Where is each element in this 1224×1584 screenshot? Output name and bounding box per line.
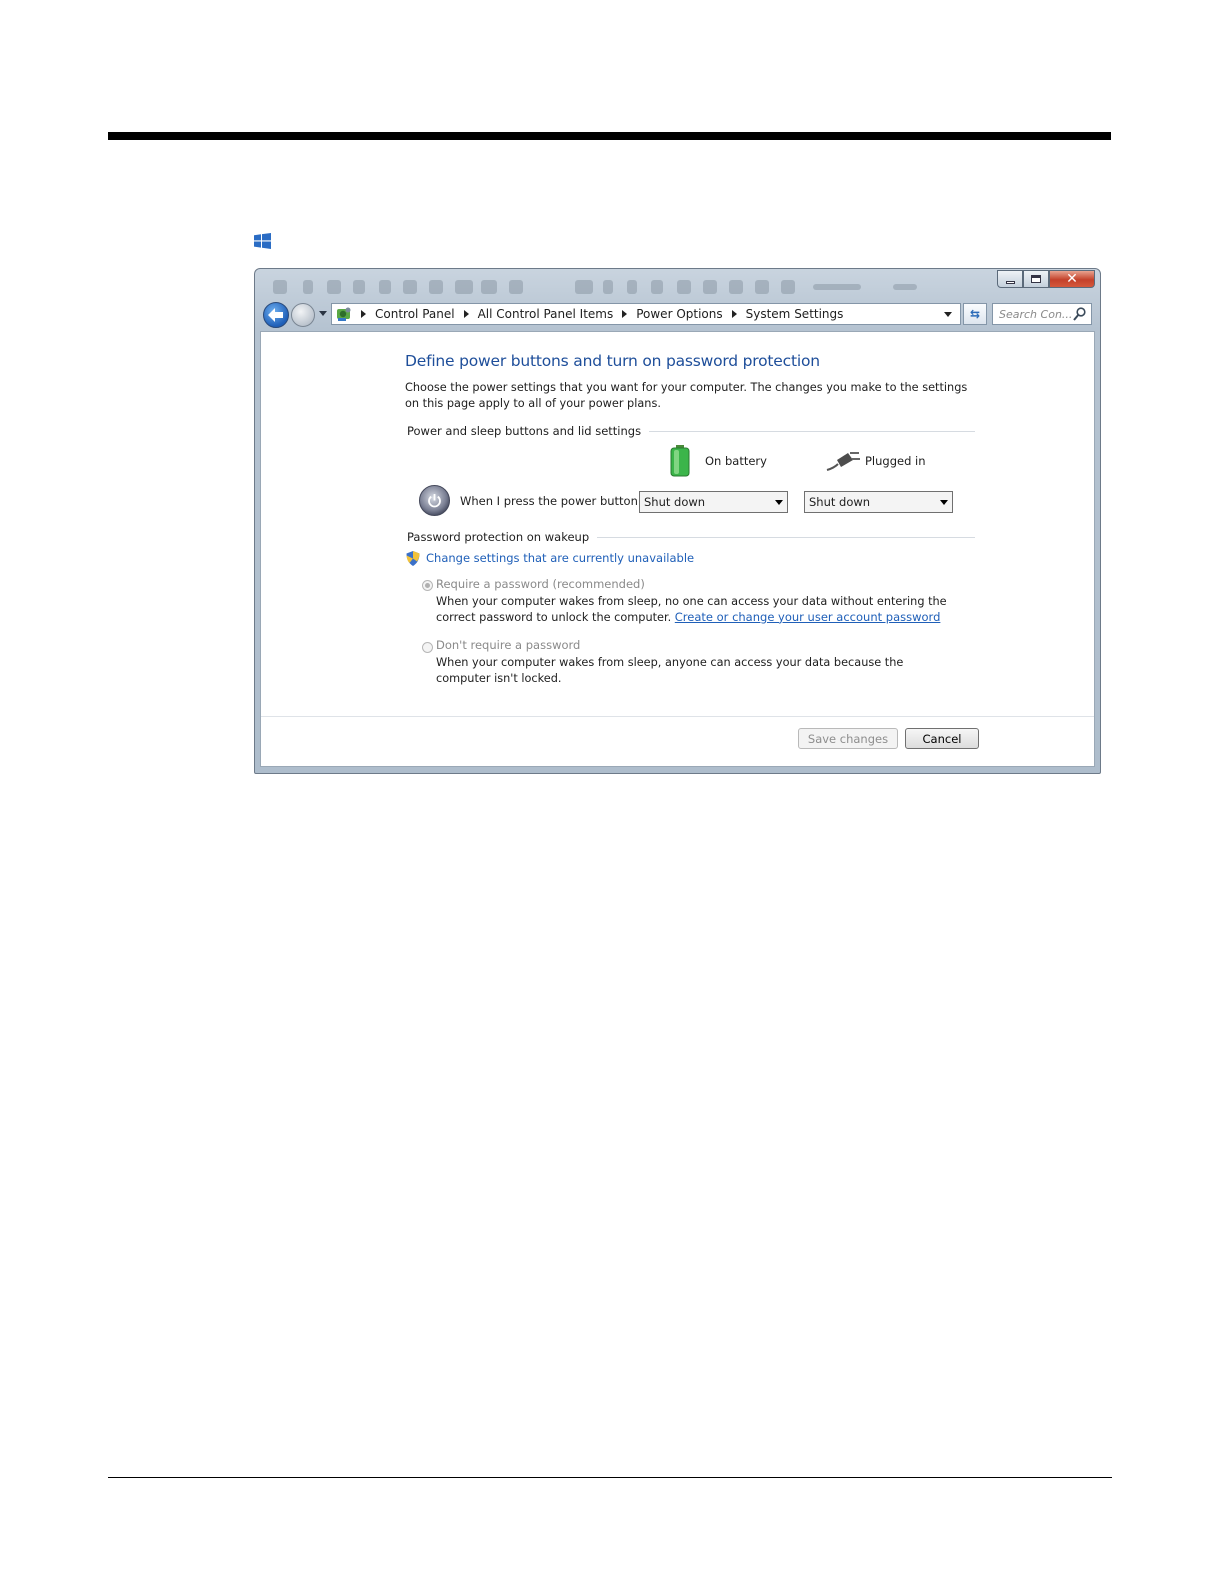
change-unavailable-settings-link[interactable]: Change settings that are currently unava… (426, 551, 694, 565)
require-password-label: Require a password (recommended) (436, 577, 645, 591)
plugged-in-selected-value: Shut down (809, 495, 871, 509)
blurred-toolbar (263, 275, 993, 301)
on-battery-selected-value: Shut down (644, 495, 706, 509)
on-battery-header: On battery (669, 445, 767, 477)
breadcrumb-control-panel[interactable]: Control Panel (375, 307, 478, 321)
password-section-heading: Password protection on wakeup (407, 530, 975, 544)
windows-logo-icon (254, 233, 271, 249)
refresh-icon: ⇆ (969, 307, 981, 321)
no-password-radio[interactable] (422, 642, 433, 653)
require-password-radio[interactable] (422, 580, 433, 591)
plugged-in-header: Plugged in (826, 450, 926, 472)
chevron-down-icon (775, 500, 783, 505)
maximize-button[interactable] (1023, 270, 1049, 288)
close-icon: ✕ (1066, 271, 1078, 287)
close-button[interactable]: ✕ (1049, 270, 1095, 288)
window-caption-buttons: ✕ (997, 270, 1095, 288)
control-panel-window: ✕ Control Panel All Control Panel Items … (254, 268, 1101, 774)
forward-button[interactable] (291, 303, 315, 327)
breadcrumb-all-items[interactable]: All Control Panel Items (478, 307, 637, 321)
power-button-label: When I press the power button: (460, 494, 642, 508)
breadcrumb-system-settings[interactable]: System Settings (746, 307, 844, 321)
page-description: Choose the power settings that you want … (405, 381, 968, 410)
search-input[interactable]: Search Con... (999, 308, 1072, 321)
address-bar[interactable]: Control Panel All Control Panel Items Po… (331, 303, 961, 325)
search-box[interactable]: Search Con... (992, 303, 1092, 325)
recent-pages-dropdown[interactable] (319, 311, 327, 316)
search-icon (1073, 307, 1086, 321)
chevron-down-icon (940, 500, 948, 505)
cancel-button[interactable]: Cancel (905, 728, 979, 749)
breadcrumb-power-options[interactable]: Power Options (636, 307, 745, 321)
bottom-rule (108, 1477, 1112, 1478)
plug-icon (826, 452, 860, 471)
footer-divider (261, 716, 1094, 717)
refresh-button[interactable]: ⇆ (963, 303, 987, 325)
top-rule (108, 132, 1111, 140)
on-battery-power-button-select[interactable]: Shut down (639, 491, 788, 513)
minimize-button[interactable] (997, 270, 1023, 288)
page-title: Define power buttons and turn on passwor… (405, 352, 820, 370)
shield-icon (406, 551, 420, 566)
address-dropdown[interactable] (944, 312, 952, 317)
no-password-description: When your computer wakes from sleep, any… (436, 656, 904, 685)
buttons-section-heading: Power and sleep buttons and lid settings (407, 424, 975, 438)
breadcrumb-separator[interactable] (359, 310, 375, 318)
plugged-in-power-button-select[interactable]: Shut down (804, 491, 953, 513)
power-icon (419, 485, 450, 516)
battery-icon (670, 445, 690, 477)
content-pane: Define power buttons and turn on passwor… (260, 331, 1095, 767)
back-button[interactable] (263, 302, 289, 328)
no-password-label: Don't require a password (436, 638, 581, 652)
control-panel-icon (337, 307, 351, 321)
require-password-description: When your computer wakes from sleep, no … (436, 594, 956, 625)
back-arrow-icon (268, 308, 283, 322)
create-password-link[interactable]: Create or change your user account passw… (675, 610, 941, 624)
save-changes-button[interactable]: Save changes (798, 728, 898, 749)
